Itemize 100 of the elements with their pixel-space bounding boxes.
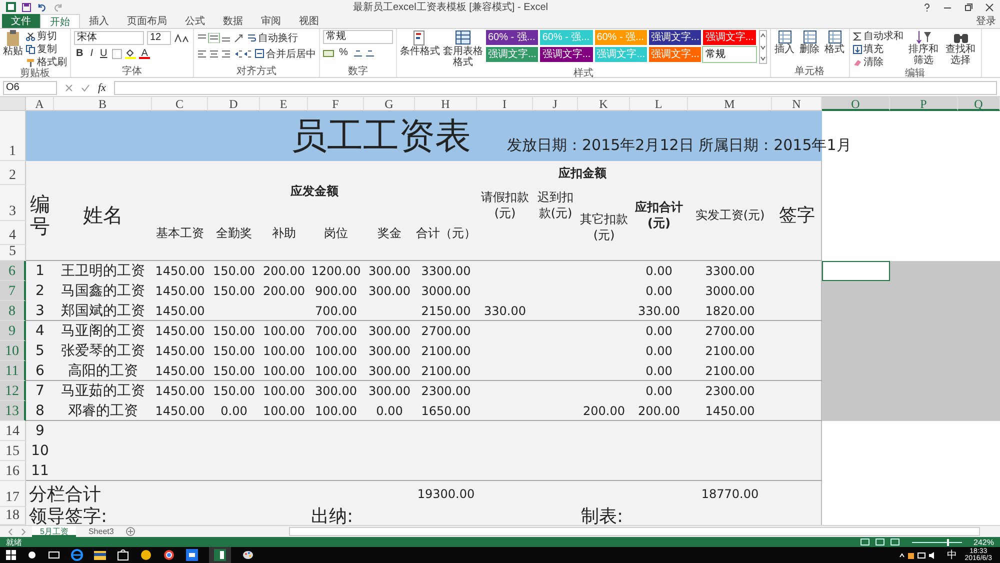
font-size-dropdown[interactable]: 12 bbox=[147, 30, 171, 44]
browser-icon[interactable] bbox=[163, 549, 175, 561]
column-header[interactable]: K bbox=[578, 97, 630, 111]
column-header[interactable]: B bbox=[54, 97, 152, 111]
number-format-dropdown[interactable]: 常规 bbox=[323, 30, 393, 44]
row-header[interactable]: 8 bbox=[0, 301, 26, 321]
input-method-indicator[interactable]: 中 bbox=[946, 548, 957, 562]
autosum-button[interactable]: 自动求和 bbox=[852, 30, 904, 42]
paste-button[interactable]: 粘贴 bbox=[3, 30, 23, 57]
underline-button[interactable]: U bbox=[98, 48, 110, 60]
column-header[interactable]: G bbox=[364, 97, 415, 111]
folder-icon[interactable] bbox=[94, 549, 106, 561]
row-header[interactable]: 15 bbox=[0, 441, 26, 461]
undo-icon[interactable] bbox=[37, 2, 47, 12]
sheet-tab[interactable]: 5月工资 bbox=[32, 526, 76, 537]
cell-style-swatch[interactable]: 强调文字... bbox=[540, 47, 593, 62]
cut-button[interactable]: 剪切 bbox=[26, 30, 67, 42]
clear-button[interactable]: 清除 bbox=[852, 56, 904, 68]
border-icon[interactable] bbox=[112, 48, 122, 58]
ribbon-tab[interactable]: 视图 bbox=[290, 14, 328, 28]
column-header[interactable]: F bbox=[308, 97, 364, 111]
column-header[interactable]: D bbox=[208, 97, 260, 111]
cells-button[interactable]: 插入 bbox=[774, 30, 796, 55]
restore-icon[interactable] bbox=[964, 2, 973, 12]
browser-icon[interactable] bbox=[71, 549, 83, 561]
column-header[interactable]: H bbox=[415, 97, 477, 111]
paint-icon[interactable] bbox=[242, 549, 254, 561]
sheet-nav-icon[interactable] bbox=[6, 528, 28, 536]
font-name-dropdown[interactable]: 宋体 bbox=[74, 30, 144, 44]
row-header[interactable]: 2 bbox=[0, 161, 26, 185]
ribbon-tab[interactable]: 文件 bbox=[2, 14, 40, 28]
enter-icon[interactable] bbox=[81, 84, 90, 92]
search-icon[interactable] bbox=[27, 550, 37, 560]
column-header[interactable]: J bbox=[533, 97, 578, 111]
store-icon[interactable] bbox=[117, 549, 129, 561]
row-header[interactable]: 13 bbox=[0, 401, 26, 421]
align-icons[interactable] bbox=[197, 32, 231, 42]
row-header[interactable]: 11 bbox=[0, 361, 26, 381]
save-icon[interactable] bbox=[22, 2, 31, 12]
column-header[interactable]: A bbox=[26, 97, 54, 111]
cell-style-swatch[interactable]: 60% - 强... bbox=[486, 30, 538, 45]
find-select-button[interactable]: 查找和选择 bbox=[944, 30, 978, 66]
cells-button[interactable]: 删除 bbox=[798, 30, 821, 55]
cell-style-swatch[interactable]: 强调文字... bbox=[486, 47, 538, 62]
ribbon-tab[interactable]: 页面布局 bbox=[118, 14, 176, 28]
sort-filter-button[interactable]: 排序和筛选 bbox=[906, 30, 941, 66]
cell-style-swatch[interactable]: 强调文字... bbox=[703, 30, 756, 45]
formula-input[interactable] bbox=[114, 81, 997, 95]
currency-icon[interactable] bbox=[323, 48, 334, 58]
decimal-icon[interactable] bbox=[352, 48, 375, 58]
add-sheet-icon[interactable] bbox=[126, 527, 135, 536]
format-as-table-button[interactable]: 套用表格格式 bbox=[443, 30, 483, 68]
excel-icon[interactable] bbox=[214, 549, 226, 561]
ribbon-tab[interactable]: 数据 bbox=[214, 14, 252, 28]
column-header[interactable]: P bbox=[890, 97, 958, 111]
orientation-icon[interactable] bbox=[234, 32, 244, 42]
gallery-scroll-icon[interactable] bbox=[758, 30, 767, 64]
coin-icon[interactable] bbox=[140, 549, 152, 561]
indent-icons[interactable] bbox=[234, 48, 252, 58]
horizontal-scrollbar[interactable] bbox=[288, 527, 980, 536]
sheet-tab[interactable]: Sheet3 bbox=[80, 526, 122, 537]
row-header[interactable]: 9 bbox=[0, 321, 26, 341]
cell-style-swatch[interactable]: 强调文字... bbox=[649, 30, 702, 45]
row-header[interactable]: 18 bbox=[0, 507, 26, 525]
font-color-button[interactable]: A bbox=[139, 48, 150, 59]
italic-button[interactable]: I bbox=[88, 48, 96, 60]
row-header[interactable]: 4 bbox=[0, 221, 26, 245]
row-header[interactable]: 1 bbox=[0, 111, 26, 161]
conditional-format-button[interactable]: 条件格式 bbox=[400, 30, 440, 57]
row-header[interactable]: 6 bbox=[0, 261, 26, 281]
column-header[interactable]: O bbox=[822, 97, 890, 111]
insert-function-button[interactable]: fx bbox=[98, 82, 106, 94]
cells-button[interactable]: 格式 bbox=[824, 30, 846, 55]
sign-in-link[interactable]: 登录 bbox=[976, 14, 1000, 28]
wrap-text-button[interactable]: 自动换行 bbox=[247, 32, 298, 44]
active-cell[interactable] bbox=[822, 261, 890, 281]
ribbon-tab[interactable]: 公式 bbox=[176, 14, 214, 28]
ribbon-tab[interactable]: 开始 bbox=[40, 14, 80, 28]
column-header[interactable]: C bbox=[152, 97, 208, 111]
font-size-icon[interactable] bbox=[174, 32, 190, 42]
ribbon-tab[interactable]: 审阅 bbox=[252, 14, 290, 28]
view-icons[interactable] bbox=[860, 538, 900, 546]
row-header[interactable]: 17 bbox=[0, 481, 26, 507]
column-header[interactable]: N bbox=[772, 97, 822, 111]
percent-button[interactable]: % bbox=[337, 46, 350, 58]
row-header[interactable]: 16 bbox=[0, 461, 26, 481]
help-icon[interactable] bbox=[923, 2, 931, 12]
fill-color-icon[interactable] bbox=[125, 48, 136, 59]
align-icons[interactable] bbox=[197, 48, 231, 58]
close-icon[interactable] bbox=[985, 2, 994, 12]
column-header[interactable]: I bbox=[477, 97, 533, 111]
fill-button[interactable]: 填充 bbox=[852, 43, 904, 55]
bold-button[interactable]: B bbox=[74, 48, 86, 60]
row-header[interactable]: 7 bbox=[0, 281, 26, 301]
task-view-icon[interactable] bbox=[48, 550, 60, 560]
copy-button[interactable]: 复制 bbox=[26, 43, 67, 55]
row-header[interactable]: 5 bbox=[0, 245, 26, 261]
name-box[interactable]: O6 bbox=[3, 81, 57, 95]
merge-center-button[interactable]: 合并后居中 bbox=[255, 48, 316, 60]
row-header[interactable]: 14 bbox=[0, 421, 26, 441]
